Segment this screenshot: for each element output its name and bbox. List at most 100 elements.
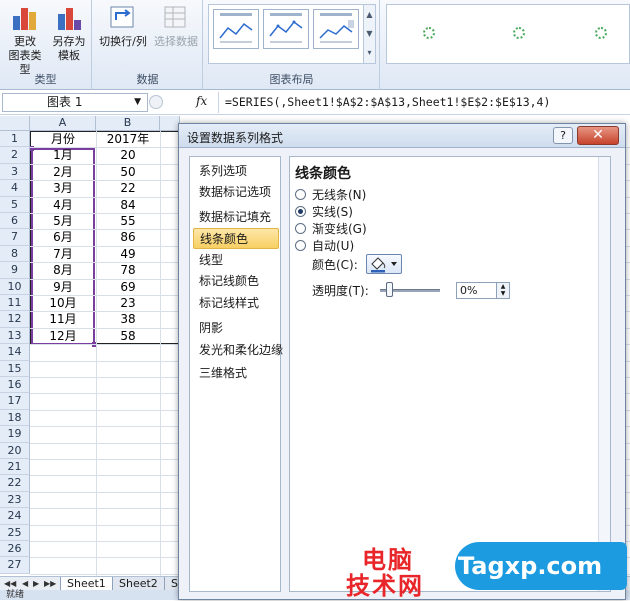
row-header[interactable]: 16 (0, 377, 30, 394)
chart-layout-thumb-2[interactable] (263, 9, 309, 49)
dialog-title-bar[interactable]: 设置数据系列格式 ? ✕ (179, 124, 625, 148)
formula-expand-icon[interactable] (149, 95, 163, 109)
solid-line-radio[interactable] (295, 206, 306, 217)
row-header[interactable]: 26 (0, 541, 30, 558)
row-header[interactable]: 27 (0, 557, 30, 574)
row-header[interactable]: 14 (0, 344, 30, 361)
name-box-dropdown-icon[interactable]: ▼ (134, 94, 141, 111)
nav-shadow[interactable]: 阴影 (193, 318, 279, 339)
cell-value[interactable]: 84 (96, 197, 160, 213)
row-header[interactable]: 18 (0, 409, 30, 427)
transparency-spinner[interactable]: 0% ▲ ▼ (456, 282, 510, 299)
nav-marker-line-style[interactable]: 标记线样式 (193, 293, 279, 314)
insert-function-button[interactable]: fx (196, 94, 207, 108)
row-header[interactable]: 3 (0, 163, 30, 181)
column-header-c[interactable] (160, 116, 180, 131)
row-header[interactable]: 11 (0, 295, 30, 312)
nav-marker-options[interactable]: 数据标记选项 (193, 182, 279, 203)
row-header[interactable]: 20 (0, 442, 30, 459)
cell-month[interactable]: 6月 (30, 229, 96, 245)
chart-style-1[interactable] (423, 27, 435, 39)
cell-value[interactable]: 86 (96, 229, 160, 245)
cell-value[interactable]: 22 (96, 180, 160, 196)
panel-scrollbar[interactable] (598, 157, 610, 591)
row-header[interactable]: 8 (0, 245, 30, 263)
cell-value[interactable]: 23 (96, 295, 160, 311)
cell-month[interactable]: 4月 (30, 197, 96, 213)
column-header-b[interactable]: B (96, 116, 160, 131)
prev-sheet-icon[interactable]: ◀ (22, 577, 28, 590)
cell-value[interactable]: 78 (96, 262, 160, 278)
cell-month[interactable]: 11月 (30, 311, 96, 327)
cell-month[interactable]: 9月 (30, 279, 96, 295)
row-header[interactable]: 10 (0, 278, 30, 295)
row-header[interactable]: 13 (0, 327, 30, 345)
nav-glow-soft-edges[interactable]: 发光和柔化边缘 (193, 340, 283, 361)
cell-month[interactable]: 1月 (30, 147, 96, 163)
cell-value[interactable]: 69 (96, 279, 160, 295)
row-header[interactable]: 12 (0, 311, 30, 328)
change-chart-type-button[interactable]: 更改 图表类型 (4, 4, 46, 77)
spinner-arrows-icon[interactable]: ▲ ▼ (496, 283, 509, 298)
nav-marker-line-color[interactable]: 标记线颜色 (193, 271, 279, 292)
column-header-a[interactable]: A (30, 116, 96, 131)
automatic-radio[interactable] (295, 240, 306, 251)
chart-style-2[interactable] (513, 27, 525, 39)
row-header[interactable]: 1 (0, 131, 30, 148)
chart-layout-thumb-3[interactable] (313, 9, 359, 49)
layout-gallery-scroll[interactable]: ▲ ▼ ▾ (363, 5, 375, 63)
row-header[interactable]: 25 (0, 524, 30, 541)
row-header[interactable]: 7 (0, 229, 30, 246)
color-picker-button[interactable] (366, 254, 402, 274)
row-header[interactable]: 5 (0, 196, 30, 213)
option-no-line[interactable]: 无线条(N) (295, 187, 366, 203)
row-header[interactable]: 9 (0, 262, 30, 279)
first-sheet-icon[interactable]: ◀◀ (4, 577, 16, 590)
cell-month[interactable]: 2月 (30, 164, 96, 180)
cell-value[interactable]: 50 (96, 164, 160, 180)
row-header[interactable]: 4 (0, 180, 30, 197)
cell-value[interactable]: 55 (96, 213, 160, 229)
row-header[interactable]: 24 (0, 508, 30, 525)
no-line-radio[interactable] (295, 189, 306, 200)
next-sheet-icon[interactable]: ▶ (33, 577, 39, 590)
transparency-slider-thumb[interactable] (386, 282, 393, 297)
cell-value[interactable]: 38 (96, 311, 160, 327)
option-automatic[interactable]: 自动(U) (295, 238, 354, 254)
row-header[interactable]: 22 (0, 475, 30, 492)
name-box[interactable]: 图表 1 ▼ (2, 93, 148, 112)
help-button[interactable]: ? (553, 127, 573, 144)
cell-month[interactable]: 5月 (30, 213, 96, 229)
nav-marker-fill[interactable]: 数据标记填充 (193, 207, 279, 228)
cell-value[interactable]: 58 (96, 328, 160, 344)
cell-header-year[interactable]: 2017年 (96, 131, 160, 147)
cell-value[interactable]: 49 (96, 246, 160, 262)
cell-header-month[interactable]: 月份 (30, 131, 96, 147)
close-button[interactable]: ✕ (577, 126, 619, 145)
save-as-template-button[interactable]: 另存为 模板 (48, 4, 90, 63)
option-solid-line[interactable]: 实线(S) (295, 204, 353, 220)
nav-line-style[interactable]: 线型 (193, 250, 279, 271)
nav-series-options[interactable]: 系列选项 (193, 161, 279, 182)
cell-month[interactable]: 7月 (30, 246, 96, 262)
row-header[interactable]: 2 (0, 147, 30, 164)
nav-3d-format[interactable]: 三维格式 (193, 363, 279, 384)
select-all-corner[interactable] (0, 116, 30, 131)
row-header[interactable]: 23 (0, 491, 30, 509)
chart-style-3[interactable] (595, 27, 607, 39)
nav-line-color[interactable]: 线条颜色 (193, 228, 279, 249)
formula-input[interactable]: =SERIES(,Sheet1!$A$2:$A$13,Sheet1!$E$2:$… (218, 92, 628, 113)
cell-month[interactable]: 8月 (30, 262, 96, 278)
chart-layout-thumb-1[interactable] (213, 9, 259, 49)
cell-month[interactable]: 12月 (30, 328, 96, 344)
cell-value[interactable]: 20 (96, 147, 160, 163)
switch-row-column-button[interactable]: 切换行/列 (97, 4, 149, 49)
tab-sheet1[interactable]: Sheet1 (60, 577, 113, 591)
row-header[interactable]: 21 (0, 459, 30, 476)
row-header[interactable]: 6 (0, 213, 30, 230)
row-header[interactable]: 15 (0, 360, 30, 377)
select-data-button[interactable]: 选择数据 (151, 4, 201, 49)
cell-month[interactable]: 3月 (30, 180, 96, 196)
row-header[interactable]: 17 (0, 393, 30, 410)
tab-sheet2[interactable]: Sheet2 (112, 577, 165, 591)
